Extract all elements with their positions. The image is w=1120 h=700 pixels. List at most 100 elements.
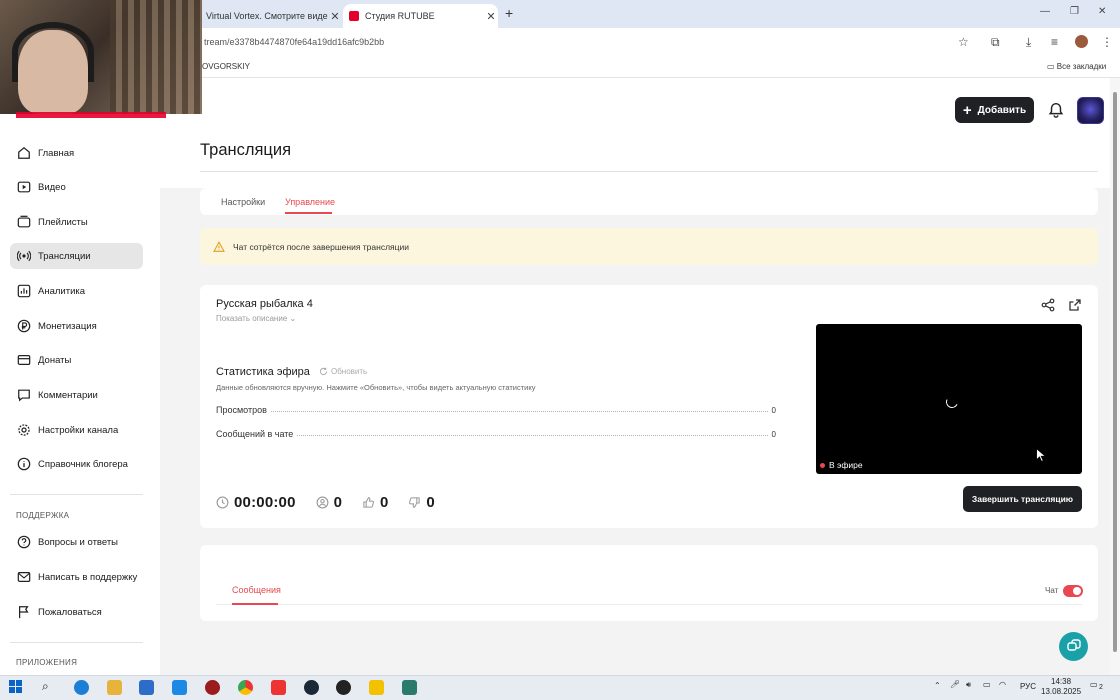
- duration-timer: 00:00:00: [234, 493, 296, 511]
- chevron-down-icon: ⌄: [289, 314, 297, 323]
- sidebar-item-label: Пожаловаться: [38, 606, 102, 618]
- windows-start-icon[interactable]: [9, 680, 22, 693]
- clock-date: 13.08.2025: [1041, 687, 1082, 696]
- sidebar-item-donations[interactable]: Донаты: [10, 347, 143, 373]
- sidebar-item-video[interactable]: Видео: [10, 174, 143, 200]
- channel-avatar[interactable]: [1077, 97, 1104, 124]
- sidebar-item-playlists[interactable]: Плейлисты: [10, 209, 143, 235]
- sidebar-item-label: Трансляции: [38, 250, 91, 262]
- end-stream-button[interactable]: Завершить трансляцию: [963, 486, 1082, 512]
- live-dot-icon: [820, 462, 825, 468]
- sidebar-item-monetization[interactable]: Монетизация: [10, 313, 143, 339]
- volume-icon[interactable]: 🔊︎: [966, 680, 971, 690]
- search-icon[interactable]: ⌕: [42, 679, 49, 694]
- close-icon[interactable]: ✕: [328, 10, 342, 23]
- notifications-count: 2: [1099, 684, 1103, 691]
- gear-icon: [16, 423, 31, 438]
- all-bookmarks-button[interactable]: ▭ Все закладки: [1047, 62, 1106, 71]
- maximize-icon[interactable]: ❐: [1070, 6, 1079, 17]
- bell-icon[interactable]: [1047, 101, 1065, 119]
- edge-icon[interactable]: [74, 680, 89, 695]
- sidebar-item-report[interactable]: Пожаловаться: [10, 599, 143, 625]
- tab-messages[interactable]: Сообщения: [232, 585, 281, 595]
- stat-value: 0: [771, 406, 776, 415]
- sidebar-item-label: Справочник блогера: [38, 458, 128, 470]
- obs-icon[interactable]: [336, 680, 351, 695]
- live-metrics: 00:00:00 0 0 0: [216, 492, 455, 512]
- new-tab-plus-icon[interactable]: +: [505, 5, 513, 21]
- browser-tab-virtual-vortex[interactable]: Virtual Vortex. Смотрите видео ✕: [202, 4, 342, 28]
- keyboard-language[interactable]: РУС: [1020, 682, 1036, 691]
- browser-profile-avatar[interactable]: [1075, 35, 1088, 48]
- alert-text: Чат сотрётся после завершения трансляции: [233, 241, 410, 252]
- tray-chevron-icon[interactable]: ⌃: [934, 681, 941, 690]
- stat-value: 0: [771, 430, 776, 439]
- sidebar-item-label: Комментарии: [38, 389, 98, 401]
- title-divider: [200, 171, 1098, 172]
- tab-settings[interactable]: Настройки: [221, 197, 265, 207]
- sidebar-item-home[interactable]: Главная: [10, 140, 143, 166]
- ruble-icon: [16, 319, 31, 334]
- share-icon[interactable]: [1041, 298, 1055, 312]
- chrome-icon[interactable]: [238, 680, 253, 695]
- tab-management[interactable]: Управление: [285, 197, 335, 207]
- app-header: [0, 78, 1110, 140]
- taskbar-clock[interactable]: 14:38 13.08.2025: [1041, 677, 1081, 697]
- sidebar-item-analytics[interactable]: Аналитика: [10, 278, 143, 304]
- notifications-icon[interactable]: ▭: [1090, 680, 1098, 689]
- sidebar-item-blogger-guide[interactable]: Справочник блогера: [10, 451, 143, 477]
- bookmark-item[interactable]: OVGORSKIY: [202, 62, 250, 71]
- show-description-toggle[interactable]: Показать описание ⌄: [216, 314, 296, 323]
- media-icon[interactable]: ≡: [1051, 35, 1058, 49]
- clock-time: 14:38: [1051, 677, 1072, 686]
- sidebar-item-label: Донаты: [38, 354, 72, 366]
- star-icon[interactable]: ☆: [958, 35, 969, 49]
- extensions-icon[interactable]: ⧉: [991, 35, 1000, 50]
- sidebar-item-faq[interactable]: Вопросы и ответы: [10, 529, 143, 555]
- store-icon[interactable]: [139, 680, 154, 695]
- help-chat-button[interactable]: [1059, 632, 1088, 661]
- stats-title: Статистика эфира: [216, 366, 310, 378]
- refresh-label: Обновить: [331, 367, 368, 376]
- microphone-icon[interactable]: 🎤︎: [950, 680, 960, 689]
- sidebar-item-channel-settings[interactable]: Настройки канала: [10, 417, 143, 443]
- browser-tab-rutube-studio[interactable]: Студия RUTUBE ✕: [343, 4, 498, 28]
- stat-row-chat-messages: Сообщений в чате 0: [216, 427, 776, 439]
- add-button[interactable]: + Добавить: [955, 97, 1034, 123]
- url-field[interactable]: tream/e3378b4474870fe64a19dd16afc9b2bb: [204, 37, 384, 47]
- wifi-icon[interactable]: ◠: [999, 680, 1006, 689]
- mail-app-icon[interactable]: [172, 680, 187, 695]
- window-close-icon[interactable]: ✕: [1098, 6, 1106, 17]
- external-link-icon[interactable]: [1068, 298, 1082, 312]
- refresh-button[interactable]: Обновить: [319, 367, 367, 376]
- minimize-icon[interactable]: —: [1040, 6, 1050, 17]
- browser-menu-icon[interactable]: ⋮: [1101, 35, 1113, 49]
- warning-icon: [213, 240, 225, 252]
- app-green-icon[interactable]: [402, 680, 417, 695]
- support-heading: ПОДДЕРЖКА: [16, 511, 70, 520]
- sidebar-item-broadcasts[interactable]: Трансляции: [10, 243, 143, 269]
- rutube-favicon-icon: [349, 11, 359, 21]
- home-icon: [16, 146, 31, 161]
- flag-icon: [16, 605, 31, 620]
- likes-count: 0: [362, 494, 388, 511]
- scrollbar-thumb[interactable]: [1113, 92, 1117, 652]
- support-chat-icon: [1066, 638, 1081, 651]
- stats-hint: Данные обновляются вручную. Нажмите «Обн…: [216, 383, 536, 392]
- network-icon[interactable]: ▭: [983, 680, 991, 689]
- file-explorer-icon[interactable]: [107, 680, 122, 695]
- steam-icon[interactable]: [304, 680, 319, 695]
- chat-clear-alert: Чат сотрётся после завершения трансляции: [200, 228, 1098, 265]
- stat-label: Просмотров: [216, 405, 267, 415]
- apps-heading: ПРИЛОЖЕНИЯ: [16, 658, 78, 667]
- sidebar-item-comments[interactable]: Комментарии: [10, 382, 143, 408]
- stream-duration: 00:00:00: [216, 494, 296, 511]
- chat-toggle[interactable]: [1063, 585, 1083, 597]
- download-icon[interactable]: ⤓: [1026, 35, 1031, 50]
- app-yellow-icon[interactable]: [369, 680, 384, 695]
- close-icon[interactable]: ✕: [484, 10, 498, 23]
- sidebar-item-contact-support[interactable]: Написать в поддержку: [10, 564, 143, 590]
- chat-toggle-label: Чат: [1045, 586, 1059, 595]
- app-red-icon[interactable]: [205, 680, 220, 695]
- yandex-icon[interactable]: [271, 680, 286, 695]
